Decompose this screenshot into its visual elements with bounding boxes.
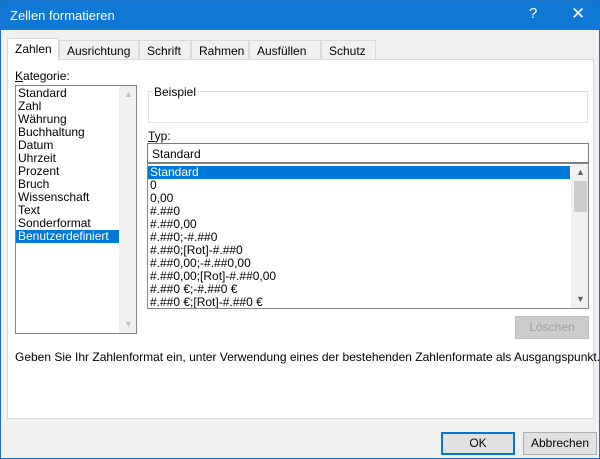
scroll-down-icon[interactable]: ▼ [572, 291, 588, 308]
scroll-thumb[interactable] [574, 181, 587, 212]
typ-list[interactable]: Standard 0 0,00 #.##0 #.##0,00 #.##0;-#.… [147, 163, 589, 309]
kategorie-list[interactable]: Standard Zahl Währung Buchhaltung Datum … [15, 85, 137, 334]
typ-item-selected[interactable]: Standard [148, 166, 570, 179]
ok-button[interactable]: OK [441, 432, 515, 455]
tab-schutz[interactable]: Schutz [321, 40, 376, 60]
typ-label: Typ: [148, 129, 171, 143]
typ-scrollbar[interactable]: ▲ ▼ [571, 164, 588, 308]
tab-schrift[interactable]: Schrift [139, 40, 191, 60]
abbrechen-button[interactable]: Abbrechen [523, 432, 597, 455]
title-bar[interactable]: Zellen formatieren ? ✕ [1, 1, 599, 30]
format-cells-dialog: Zellen formatieren ? ✕ Zahlen Ausrichtun… [0, 0, 600, 459]
loeschen-button[interactable]: Löschen [515, 316, 589, 339]
tab-ausrichtung[interactable]: Ausrichtung [59, 40, 139, 60]
beispiel-groupbox [148, 91, 588, 123]
typ-input[interactable]: Standard [147, 143, 589, 163]
typ-item[interactable]: #.##0 [148, 205, 588, 218]
tab-rahmen[interactable]: Rahmen [191, 40, 249, 60]
help-icon[interactable]: ? [529, 5, 537, 22]
scroll-up-icon[interactable]: ▲ [120, 86, 136, 103]
hint-text: Geben Sie Ihr Zahlenformat ein, unter Ve… [15, 350, 600, 364]
window-title: Zellen formatieren [10, 8, 115, 23]
tab-ausfuellen[interactable]: Ausfüllen [249, 40, 321, 60]
kategorie-label: Kategorie: [15, 69, 70, 83]
typ-item[interactable]: #.##0 €;[Rot]-#.##0 € [148, 296, 588, 309]
close-icon[interactable]: ✕ [571, 4, 585, 24]
typ-item[interactable]: 0,00 [148, 192, 588, 205]
kategorie-item-selected[interactable]: Benutzerdefiniert [16, 230, 119, 243]
beispiel-title: Beispiel [152, 85, 199, 99]
scroll-down-icon[interactable]: ▼ [120, 316, 136, 333]
kategorie-scrollbar[interactable]: ▲ ▼ [119, 86, 136, 333]
scroll-up-icon[interactable]: ▲ [572, 164, 588, 181]
typ-item[interactable]: 0 [148, 179, 588, 192]
tab-zahlen[interactable]: Zahlen [7, 38, 59, 61]
